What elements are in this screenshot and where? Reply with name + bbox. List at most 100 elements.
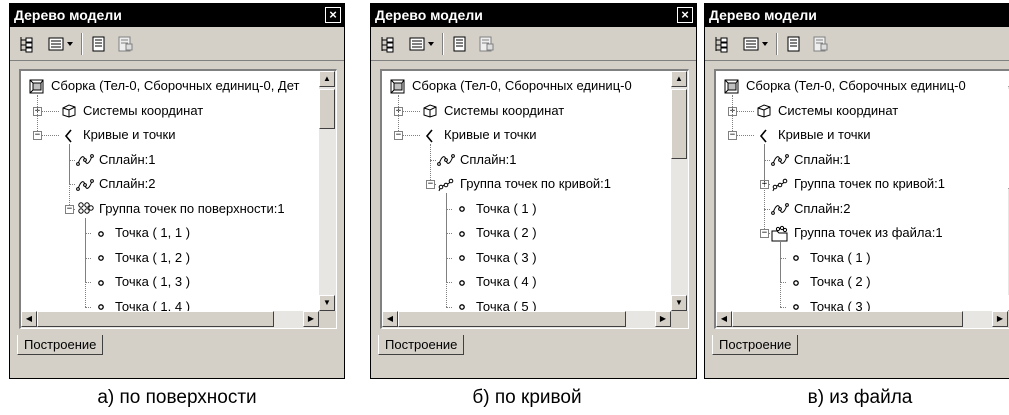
disabled-tool-button <box>809 34 831 54</box>
vertical-scrollbar[interactable]: ▲▼ <box>319 71 336 311</box>
tree-item[interactable]: Сплайн:2 <box>75 173 156 195</box>
scroll-right-icon[interactable]: ▶ <box>655 311 671 327</box>
tree-item-label: Сборка (Тел-0, Сборочных единиц-0 <box>746 78 966 93</box>
scroll-thumb[interactable] <box>319 89 335 129</box>
properties-button[interactable] <box>783 34 805 54</box>
tab-construction[interactable]: Построение <box>17 335 104 355</box>
tree-item[interactable]: Точка ( 3 ) <box>452 247 537 269</box>
scroll-left-icon[interactable]: ◀ <box>21 311 37 327</box>
tree-item-label: Точка ( 1, 3 ) <box>115 274 191 289</box>
tree-item-label: Точка ( 2 ) <box>476 225 537 240</box>
tree-item[interactable]: Точка ( 4 ) <box>452 271 537 293</box>
view-mode-dropdown-button[interactable] <box>407 34 437 54</box>
tree-item[interactable]: Сплайн:1 <box>770 149 851 171</box>
model-tree-panel: Дерево модели× Сборка (Тел-0, Сборочных е… <box>704 3 1009 379</box>
point-icon <box>91 298 111 311</box>
tree-item[interactable]: Группа точек по поверхности:1 <box>75 198 285 220</box>
vertical-scrollbar[interactable]: ▲▼ <box>671 71 688 311</box>
tree-item[interactable]: Сплайн:2 <box>770 198 851 220</box>
scroll-thumb[interactable] <box>671 89 687 159</box>
properties-button[interactable] <box>449 34 471 54</box>
close-icon[interactable]: × <box>677 7 693 23</box>
scroll-right-icon[interactable]: ▶ <box>303 311 319 327</box>
view-mode-dropdown-button[interactable] <box>46 34 76 54</box>
collapse-icon[interactable]: − <box>65 204 74 214</box>
tree-structure-button[interactable] <box>16 34 38 54</box>
collapse-icon[interactable]: − <box>760 229 769 238</box>
toolbar <box>371 27 696 61</box>
collapse-icon[interactable]: − <box>394 131 403 140</box>
tree-item[interactable]: Кривые и точки <box>59 124 176 146</box>
scroll-left-icon[interactable]: ◀ <box>382 311 398 327</box>
scroll-thumb[interactable] <box>398 311 626 327</box>
horizontal-scrollbar[interactable]: ◀ ▶ <box>382 311 671 328</box>
tree-item[interactable]: Точка ( 1, 3 ) <box>91 271 190 293</box>
tab-construction[interactable]: Построение <box>712 335 799 355</box>
scroll-thumb[interactable] <box>732 311 963 327</box>
scroll-up-icon[interactable]: ▲ <box>671 71 687 87</box>
tree-item[interactable]: Группа точек по кривой:1 <box>436 173 611 195</box>
tree-item-label: Точка ( 3 ) <box>810 298 871 312</box>
tree-item[interactable]: Сборка (Тел-0, Сборочных единиц-0 <box>388 75 632 97</box>
tree-item[interactable]: Точка ( 1 ) <box>452 198 537 220</box>
tree-item[interactable]: Сборка (Тел-0, Сборочных единиц-0 <box>722 75 966 97</box>
tree-item-label: Группа точек по кривой:1 <box>794 176 946 191</box>
tree-item[interactable]: Системы координат <box>420 100 564 122</box>
collapse-icon[interactable]: − <box>728 131 737 140</box>
curves-points-icon <box>59 127 79 145</box>
horizontal-scrollbar[interactable]: ◀ ▶ <box>21 311 319 328</box>
tree-item[interactable]: Сплайн:1 <box>436 149 517 171</box>
tree-item-label: Точка ( 4 ) <box>476 274 537 289</box>
model-tree[interactable]: Сборка (Тел-0, Сборочных единиц-0, Дет + С… <box>19 69 337 329</box>
disabled-tool-button <box>114 34 136 54</box>
point-icon <box>452 200 472 218</box>
tree-item[interactable]: Сплайн:1 <box>75 149 156 171</box>
tree-content: Сборка (Тел-0, Сборочных единиц-0, Дет + С… <box>21 71 319 311</box>
model-tree[interactable]: Сборка (Тел-0, Сборочных единиц-0 + Систем… <box>714 69 1009 329</box>
scroll-down-icon[interactable]: ▼ <box>671 295 687 311</box>
tree-item[interactable]: Точка ( 3 ) <box>786 296 871 312</box>
properties-button[interactable] <box>88 34 110 54</box>
tree-structure-button[interactable] <box>377 34 399 54</box>
view-mode-dropdown-button[interactable] <box>741 34 771 54</box>
tree-structure-button[interactable] <box>711 34 733 54</box>
collapse-icon[interactable]: − <box>426 180 435 189</box>
tree-item-label: Точка ( 1, 2 ) <box>115 249 191 265</box>
scroll-up-icon[interactable]: ▲ <box>319 71 335 87</box>
scroll-right-icon[interactable]: ▶ <box>992 311 1008 327</box>
tree-connector <box>398 95 399 135</box>
curves-points-icon <box>420 127 440 145</box>
toolbar-separator <box>776 33 778 55</box>
tree-item[interactable]: Группа точек по кривой:1 <box>770 173 945 195</box>
spline-icon <box>75 176 95 194</box>
tree-item[interactable]: Точка ( 1, 4 ) <box>91 296 190 311</box>
tab-construction[interactable]: Построение <box>378 335 465 355</box>
point-icon <box>786 274 806 292</box>
scroll-thumb[interactable] <box>37 311 274 327</box>
tree-item[interactable]: Сборка (Тел-0, Сборочных единиц-0, Дет <box>27 75 299 97</box>
scroll-down-icon[interactable]: ▼ <box>319 295 335 311</box>
tree-item[interactable]: Кривые и точки <box>420 124 537 146</box>
figure-caption: в) из файла <box>807 387 913 408</box>
panel-titlebar[interactable]: Дерево модели× <box>10 4 344 27</box>
tree-item[interactable]: Точка ( 2 ) <box>786 271 871 293</box>
tree-item[interactable]: Точка ( 2 ) <box>452 222 537 244</box>
tree-item[interactable]: Кривые и точки <box>754 124 871 146</box>
tree-item-label: Сплайн:1 <box>99 151 156 167</box>
model-tree[interactable]: Сборка (Тел-0, Сборочных единиц-0 + Систем… <box>380 69 689 329</box>
tree-item-label: Точка ( 5 ) <box>476 298 537 312</box>
tree-item[interactable]: Точка ( 1, 2 ) <box>91 247 190 269</box>
close-icon[interactable]: × <box>325 7 341 23</box>
tree-item[interactable]: Точка ( 1, 1 ) <box>91 222 190 244</box>
panel-titlebar[interactable]: Дерево модели× <box>371 4 696 27</box>
tree-item[interactable]: Системы координат <box>754 100 898 122</box>
scrollbar-corner <box>671 311 688 328</box>
panel-titlebar[interactable]: Дерево модели× <box>705 4 1009 27</box>
tree-item[interactable]: Группа точек из файла:1 <box>770 222 943 244</box>
tree-item[interactable]: Точка ( 1 ) <box>786 247 871 269</box>
tree-item[interactable]: Системы координат <box>59 100 203 122</box>
scroll-left-icon[interactable]: ◀ <box>716 311 732 327</box>
tree-item[interactable]: Точка ( 5 ) <box>452 296 537 312</box>
horizontal-scrollbar[interactable]: ◀ ▶ <box>716 311 1008 328</box>
collapse-icon[interactable]: − <box>33 131 42 140</box>
